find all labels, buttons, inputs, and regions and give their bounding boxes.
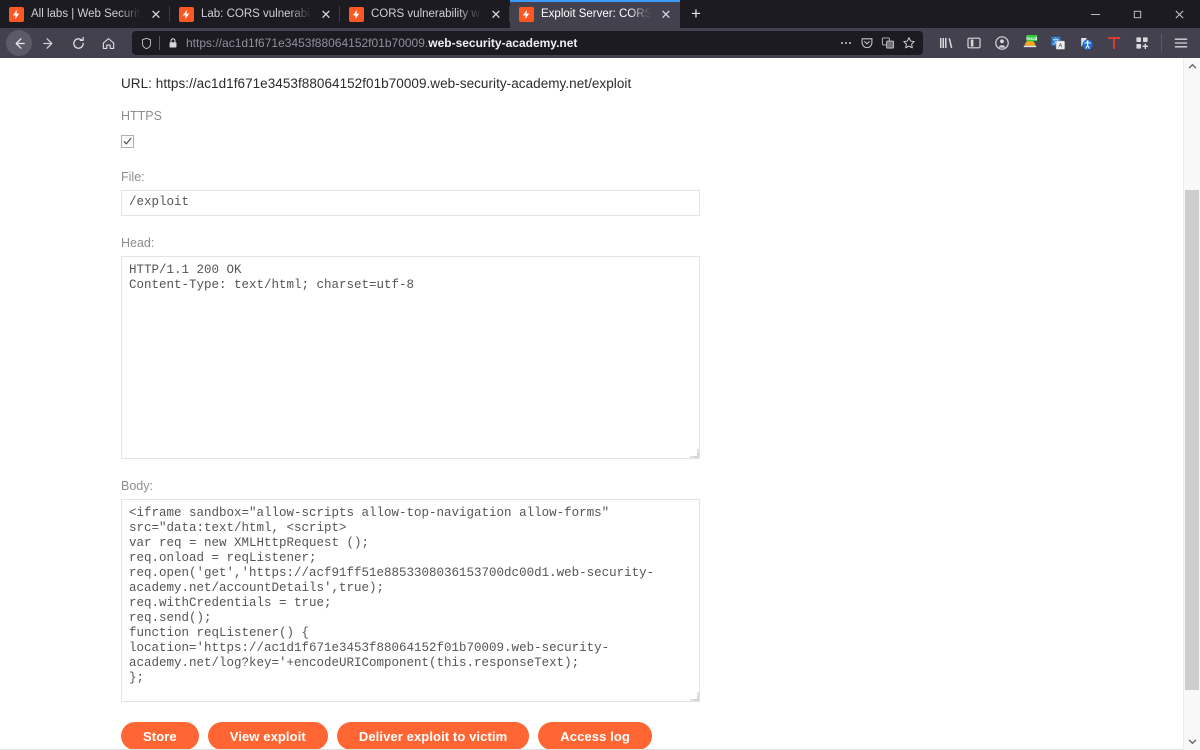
body-label: Body:	[121, 479, 153, 493]
chevron-down-icon[interactable]	[1184, 733, 1200, 750]
app-menu-icon[interactable]	[1168, 31, 1194, 55]
browser-tab-2[interactable]: Lab: CORS vulnerability with trusted ins…	[170, 0, 340, 28]
minimize-button[interactable]	[1074, 0, 1116, 28]
page-scrollbar[interactable]	[1183, 58, 1200, 750]
url-prefix: https://ac1d1f671e3453f88064152f01b70009…	[186, 36, 429, 50]
chevron-up-icon[interactable]	[1184, 58, 1200, 75]
text-extension-icon[interactable]	[1101, 31, 1127, 55]
close-icon[interactable]: ✕	[148, 6, 164, 22]
burp-logo-icon	[179, 6, 194, 22]
close-icon[interactable]: ✕	[658, 6, 674, 22]
new-tab-button[interactable]: +	[680, 0, 712, 28]
page-viewport: URL: https://ac1d1f671e3453f88064152f01b…	[0, 58, 1200, 750]
ellipsis-icon[interactable]	[838, 35, 854, 51]
tab-title: Exploit Server: CORS vulnerability	[541, 8, 651, 20]
svg-text:A: A	[1058, 43, 1062, 49]
browser-tab-4-active[interactable]: Exploit Server: CORS vulnerability ✕	[510, 0, 680, 28]
deliver-exploit-button[interactable]: Deliver exploit to victim	[336, 722, 530, 750]
view-exploit-button[interactable]: View exploit	[207, 722, 328, 750]
shield-icon[interactable]	[138, 35, 154, 51]
head-label: Head:	[121, 236, 155, 250]
action-buttons: Store View exploit Deliver exploit to vi…	[121, 722, 1183, 750]
exploit-url-label: URL: https://ac1d1f671e3453f88064152f01b…	[121, 76, 632, 91]
translate-icon[interactable]	[880, 35, 896, 51]
translate-extension-icon[interactable]: 文A	[1045, 31, 1071, 55]
burp-logo-icon	[349, 6, 364, 22]
divider	[1161, 34, 1162, 52]
file-input[interactable]: /exploit	[121, 190, 700, 216]
tab-title: All labs | Web Security Academy	[31, 8, 141, 20]
file-label: File:	[121, 170, 145, 184]
body-textarea[interactable]: <iframe sandbox="allow-scripts allow-top…	[121, 499, 700, 702]
body-field-group: Body: <iframe sandbox="allow-scripts all…	[121, 479, 1183, 702]
head-field-group: Head: HTTP/1.1 200 OK Content-Type: text…	[121, 236, 1183, 459]
window-controls	[1074, 0, 1200, 28]
accessibility-extension-icon[interactable]	[1073, 31, 1099, 55]
star-icon[interactable]	[901, 35, 917, 51]
https-label: HTTPS	[121, 109, 162, 123]
extensions-grid-icon[interactable]	[1129, 31, 1155, 55]
padlock-icon[interactable]	[165, 35, 181, 51]
home-icon[interactable]	[94, 30, 122, 56]
local-extension-icon[interactable]: local	[1017, 31, 1043, 55]
sidebar-icon[interactable]	[961, 31, 987, 55]
close-icon[interactable]: ✕	[488, 6, 504, 22]
tab-title: Lab: CORS vulnerability with trusted ins…	[201, 8, 311, 20]
account-icon[interactable]	[989, 31, 1015, 55]
scrollbar-thumb[interactable]	[1185, 190, 1199, 690]
browser-tab-1[interactable]: All labs | Web Security Academy ✕	[0, 0, 170, 28]
browser-window: All labs | Web Security Academy ✕ Lab: C…	[0, 0, 1200, 750]
address-bar[interactable]: https://ac1d1f671e3453f88064152f01b70009…	[132, 31, 923, 55]
https-checkbox[interactable]	[121, 135, 134, 148]
navigation-toolbar: https://ac1d1f671e3453f88064152f01b70009…	[0, 28, 1200, 58]
divider	[159, 36, 160, 50]
store-button[interactable]: Store	[121, 722, 199, 750]
svg-text:local: local	[1026, 36, 1037, 42]
tab-title: CORS vulnerability with trusted insecure	[371, 8, 481, 20]
access-log-button[interactable]: Access log	[538, 722, 652, 750]
browser-tab-3[interactable]: CORS vulnerability with trusted insecure…	[340, 0, 510, 28]
close-icon[interactable]: ✕	[318, 6, 334, 22]
burp-logo-icon	[9, 6, 24, 22]
arrow-left-icon[interactable]	[6, 30, 32, 56]
url-domain: web-security-academy.net	[428, 36, 578, 50]
exploit-server-form: URL: https://ac1d1f671e3453f88064152f01b…	[0, 58, 1183, 750]
arrow-right-icon[interactable]	[34, 30, 62, 56]
head-textarea[interactable]: HTTP/1.1 200 OK Content-Type: text/html;…	[121, 256, 700, 459]
url-display[interactable]: https://ac1d1f671e3453f88064152f01b70009…	[186, 36, 833, 50]
burp-logo-icon	[519, 6, 534, 22]
pocket-icon[interactable]	[859, 35, 875, 51]
library-icon[interactable]	[933, 31, 959, 55]
tab-strip: All labs | Web Security Academy ✕ Lab: C…	[0, 0, 1200, 28]
maximize-button[interactable]	[1116, 0, 1158, 28]
file-field-group: File: /exploit	[121, 170, 1183, 216]
reload-icon[interactable]	[64, 30, 92, 56]
close-window-button[interactable]	[1158, 0, 1200, 28]
